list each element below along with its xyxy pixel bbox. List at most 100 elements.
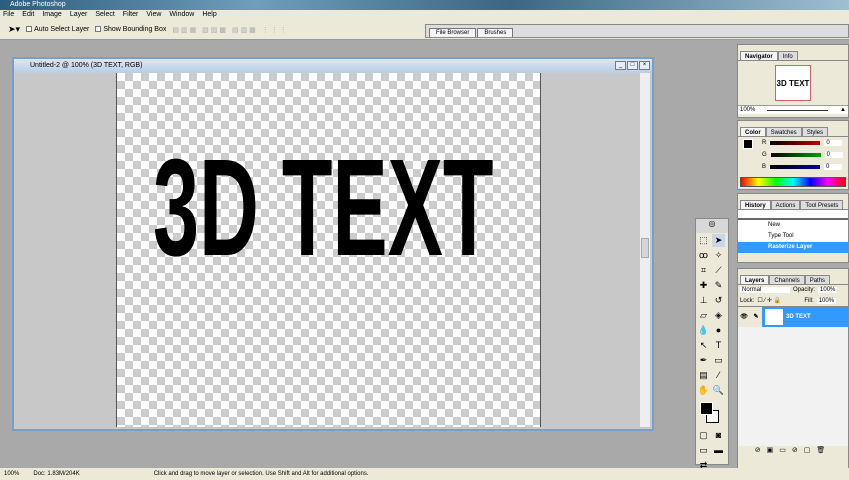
healing-brush-icon[interactable]: ✚ [697,279,710,292]
tab-actions[interactable]: Actions [770,200,801,209]
minimize-icon[interactable]: _ [615,61,626,70]
move-tool-icon[interactable]: ➤ [712,234,725,247]
status-hint: Click and drag to move layer or selectio… [153,471,369,477]
layer-actions-icons[interactable]: ⊘▣▭⊘▢🗑 [738,446,848,454]
tab-navigator[interactable]: Navigator [740,51,778,60]
red-value[interactable]: 0 [824,140,843,146]
dodge-tool-icon[interactable]: ● [712,324,725,337]
maximize-icon[interactable]: □ [627,61,638,70]
zoom-in-icon[interactable]: ▲ [840,107,846,113]
green-value[interactable]: 0 [824,152,843,158]
pen-tool-icon[interactable]: ✒ [697,354,710,367]
status-zoom[interactable]: 100% [4,471,19,477]
screen-mode-icon[interactable]: ▭ [697,444,710,457]
blend-mode-select[interactable]: Normal [740,287,790,293]
tab-styles[interactable]: Styles [801,127,829,136]
navigator-thumbnail[interactable]: 3D TEXT [775,65,811,101]
layer-row[interactable]: 👁 ✎ 3D TEXT [738,307,848,327]
lock-label: Lock: [740,297,755,304]
lock-icons[interactable]: ☐ ⁄ ✛ 🔒 [757,297,801,304]
stamp-tool-icon[interactable]: ⊥ [697,294,710,307]
color-ramp[interactable] [740,177,846,187]
close-icon[interactable]: × [639,61,650,70]
tab-info[interactable]: Info [777,51,798,60]
eyedropper-icon[interactable]: ⁄ [712,369,725,382]
move-tool-preset-icon[interactable]: ➤▾ [8,24,20,35]
history-item[interactable]: Type Tool [738,231,848,242]
tab-file-browser[interactable]: File Browser [429,28,477,37]
layers-panel: Layers Channels Paths Normal Opacity: 100%… [737,268,849,470]
visibility-eye-icon[interactable]: 👁 [738,307,750,327]
vertical-scrollbar[interactable] [640,73,650,427]
document-title: Untitled-2 @ 100% (3D TEXT, RGB) [14,59,652,73]
history-snapshot[interactable] [738,210,848,220]
foreground-color-swatch[interactable] [700,402,713,415]
tab-color[interactable]: Color [740,127,766,136]
history-item-active[interactable]: Rasterize Layer [738,242,848,253]
menu-window[interactable]: Window [169,10,194,20]
slice-tool-icon[interactable]: ⟋ [712,264,725,277]
green-slider[interactable] [770,153,821,157]
hand-tool-icon[interactable]: ✋ [697,384,710,397]
brush-link-icon[interactable]: ✎ [750,307,762,327]
tab-tool-presets[interactable]: Tool Presets [800,200,844,209]
lasso-tool-icon[interactable]: ꝏ [697,249,710,262]
status-doc-size[interactable]: Doc: 1.83M/204K [33,471,79,477]
shape-tool-icon[interactable]: ▭ [712,354,725,367]
align-buttons-icon[interactable]: ▤▥▦ ▧▨▩ ▤▥▦ ⋮⋮⋮ [172,26,288,34]
fill-field[interactable]: 100% [816,297,837,304]
status-bar: 100% Doc: 1.83M/204K Click and drag to m… [0,468,849,480]
tab-history[interactable]: History [740,200,771,209]
type-tool-icon[interactable]: T [712,339,725,352]
menu-view[interactable]: View [146,10,161,20]
color-sliders: R 0 G 0 B 0 [762,137,848,173]
zoom-tool-icon[interactable]: 🔍 [712,384,725,397]
menu-filter[interactable]: Filter [123,10,139,20]
tab-channels[interactable]: Channels [769,275,805,284]
opacity-field[interactable]: 100% [818,287,838,293]
tab-paths[interactable]: Paths [804,275,831,284]
auto-select-layer-checkbox[interactable]: Auto Select Layer [26,26,89,33]
blur-tool-icon[interactable]: 💧 [697,324,710,337]
notes-tool-icon[interactable]: ▤ [697,369,710,382]
marquee-tool-icon[interactable]: ⬚ [697,234,710,247]
scroll-thumb[interactable] [641,238,649,258]
history-item[interactable]: New [738,220,848,231]
color-fg-swatch[interactable] [743,139,753,149]
canvas[interactable]: 3D TEXT [116,73,541,427]
crop-tool-icon[interactable]: ⌗ [697,264,710,277]
blue-value[interactable]: 0 [824,164,843,170]
show-bounding-box-checkbox[interactable]: Show Bounding Box [95,26,166,33]
tab-swatches[interactable]: Swatches [765,127,802,136]
eraser-tool-icon[interactable]: ▱ [697,309,710,322]
bucket-tool-icon[interactable]: ◈ [712,309,725,322]
layer-name[interactable]: 3D TEXT [786,314,811,320]
brush-tool-icon[interactable]: ✎ [712,279,725,292]
menu-file[interactable]: File [3,10,14,20]
menu-image[interactable]: Image [42,10,61,20]
blue-slider[interactable] [770,165,821,169]
layer-thumbnail [765,309,783,325]
quick-mask-icon[interactable]: ◙ [712,429,725,442]
menu-edit[interactable]: Edit [22,10,34,20]
standard-mode-icon[interactable]: ▢ [697,429,710,442]
palette-well: File Browser Brushes [425,24,849,38]
menu-select[interactable]: Select [95,10,114,20]
red-slider[interactable] [770,141,821,145]
menu-help[interactable]: Help [202,10,216,20]
path-select-icon[interactable]: ↖ [697,339,710,352]
menu-layer[interactable]: Layer [70,10,88,20]
color-swatches[interactable] [696,398,728,428]
zoom-slider[interactable] [767,109,829,111]
history-brush-icon[interactable]: ↺ [712,294,725,307]
tab-brushes[interactable]: Brushes [477,28,514,37]
channel-r-label: R [762,140,767,146]
canvas-text-layer: 3D TEXT [153,131,494,285]
document-window: Untitled-2 @ 100% (3D TEXT, RGB) _ □ × 3D … [12,57,654,431]
fullscreen-mode-icon[interactable]: ▬ [712,444,725,457]
show-bbox-label: Show Bounding Box [103,26,167,33]
tab-layers[interactable]: Layers [740,275,770,284]
navigator-zoom-field[interactable]: 100% [740,107,755,113]
app-title-bar: Adobe Photoshop [0,0,849,10]
magic-wand-icon[interactable]: ✧ [712,249,725,262]
